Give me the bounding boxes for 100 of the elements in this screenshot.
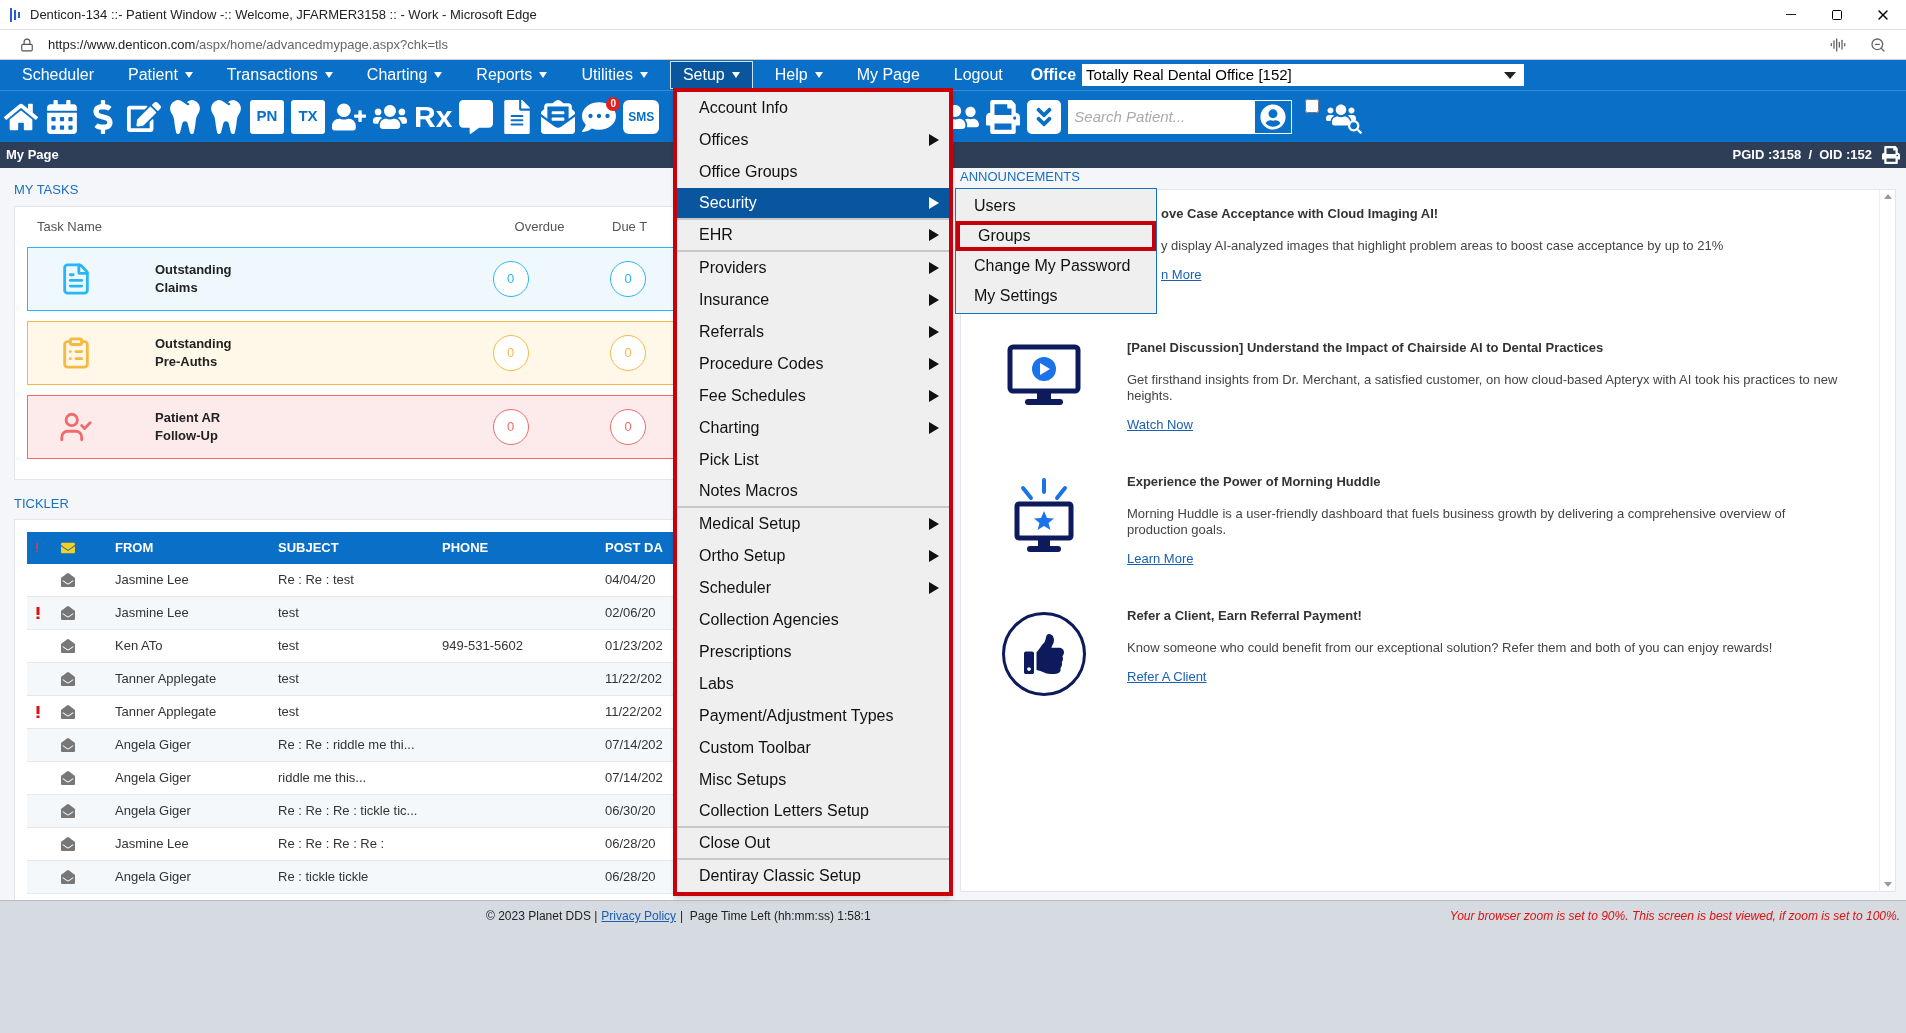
- announcement-title: Experience the Power of Morning Huddle: [1127, 473, 1382, 491]
- patient-search-button[interactable]: [1254, 99, 1293, 134]
- menu-bar-item[interactable]: Patient: [116, 61, 205, 89]
- task-name: Outstanding Claims: [154, 260, 233, 297]
- submenu-item[interactable]: My Settings: [956, 281, 1156, 311]
- submenu-item[interactable]: Users: [956, 191, 1156, 221]
- menu-bar-item[interactable]: Scheduler: [10, 61, 107, 89]
- table-cell-text: test: [278, 604, 300, 623]
- dropdown-caret-icon: [1504, 71, 1517, 79]
- checkbox[interactable]: [1305, 99, 1320, 113]
- tickler-row[interactable]: Jasmine Lee test 02/06/20: [27, 597, 673, 630]
- tx-button[interactable]: TX: [291, 99, 325, 134]
- tooth-icon[interactable]: [209, 99, 243, 134]
- rx-button[interactable]: Rx: [414, 101, 453, 132]
- menu-item[interactable]: Collection Agencies: [677, 604, 949, 636]
- menu-item[interactable]: Prescriptions: [677, 636, 949, 668]
- menu-item[interactable]: Pick List: [677, 444, 949, 476]
- table-cell-text: Angela Giger: [115, 769, 192, 788]
- table-cell-text: 06/28/20: [605, 868, 657, 887]
- submenu-arrow-icon: [929, 134, 939, 146]
- copyright-text: © 2023 Planet DDS |: [486, 908, 598, 925]
- menu-bar-item[interactable]: Utilities: [569, 61, 660, 89]
- menu-bar-item[interactable]: My Page: [844, 61, 932, 89]
- printer-icon[interactable]: [1882, 146, 1900, 164]
- table-cell-text: Re : Re : Re : Re :: [278, 835, 386, 854]
- menu-item[interactable]: Dentiray Classic Setup: [677, 860, 949, 892]
- envelope-icon: [61, 606, 75, 620]
- menu-bar-item[interactable]: Setup: [669, 61, 753, 89]
- submenu-item[interactable]: Change My Password: [956, 251, 1156, 281]
- tickler-row[interactable]: Angela Giger Re : Re : Re : tickle tic... 06/30/20: [27, 795, 673, 828]
- scroll-up-icon[interactable]: [1883, 194, 1892, 199]
- menu-item[interactable]: Ortho Setup: [677, 540, 949, 572]
- chat-icon[interactable]: [582, 99, 617, 134]
- announcement-text: y display AI-analyzed images that highlight problem areas to boost case acceptance by up to 21%: [1161, 237, 1724, 254]
- announcement-link[interactable]: Learn More: [1127, 548, 1194, 568]
- table-cell-text: Angela Giger: [115, 868, 192, 887]
- menu-item[interactable]: Account Info: [677, 92, 949, 124]
- menu-item[interactable]: Charting: [677, 412, 949, 444]
- menu-item[interactable]: Medical Setup: [677, 508, 949, 540]
- menu-bar-item[interactable]: Help: [762, 61, 835, 89]
- note-icon[interactable]: [459, 99, 494, 134]
- tickler-row[interactable]: Angela Giger Re : Re : riddle me thi... 07/14/202: [27, 729, 673, 762]
- menu-item[interactable]: Notes Macros: [677, 476, 949, 508]
- patient-search-field[interactable]: Search Patient...: [1068, 99, 1257, 134]
- menu-item[interactable]: Office Groups: [677, 156, 949, 188]
- menu-item[interactable]: Procedure Codes: [677, 348, 949, 380]
- menu-item[interactable]: Offices: [677, 124, 949, 156]
- edit-icon[interactable]: [127, 99, 161, 134]
- announcement-text: Know someone who could benefit from our exceptional solution? Refer them and both of you can enjoy rewards!: [1127, 639, 1773, 656]
- caret-icon: [731, 72, 740, 78]
- announcement-link[interactable]: n More: [1161, 264, 1202, 284]
- menu-item[interactable]: EHR: [677, 220, 949, 252]
- envelope-icon: [61, 672, 75, 686]
- announcement-link[interactable]: Refer A Client: [1127, 666, 1207, 686]
- collapse-icon[interactable]: [1027, 99, 1062, 134]
- menu-item[interactable]: Custom Toolbar: [677, 732, 949, 764]
- tickler-row[interactable]: Angela Giger Re : tickle tickle 06/28/20: [27, 861, 673, 894]
- address-field[interactable]: https://www.denticon.com/aspx/home/advancedmypage.aspx?chk=tls: [48, 34, 448, 55]
- tickler-row[interactable]: Tanner Applegate test 11/22/202: [27, 663, 673, 696]
- menu-bar-item[interactable]: Reports: [464, 61, 560, 89]
- pn-button[interactable]: PN: [250, 99, 284, 134]
- menu-item[interactable]: Collection Letters Setup: [677, 796, 949, 828]
- envelope-icon: [61, 705, 75, 719]
- menu-item[interactable]: Referrals: [677, 316, 949, 348]
- read-aloud-icon[interactable]: [1830, 36, 1846, 53]
- scroll-down-icon[interactable]: [1883, 882, 1892, 887]
- table-cell-text: test: [278, 670, 300, 689]
- menu-item[interactable]: Payment/Adjustment Types: [677, 700, 949, 732]
- announcement-link[interactable]: Watch Now: [1127, 414, 1193, 434]
- menu-item[interactable]: Providers: [677, 252, 949, 284]
- submenu-item[interactable]: Groups: [956, 221, 1156, 251]
- office-label: Office: [1030, 65, 1077, 85]
- page-time-text: | Page Time Left (hh:mm:ss) 1:58:1: [680, 908, 871, 925]
- mail-icon[interactable]: [541, 99, 576, 134]
- privacy-policy-link[interactable]: Privacy Policy: [601, 907, 677, 925]
- submenu-arrow-icon: [929, 518, 939, 530]
- sms-button[interactable]: SMS: [623, 99, 660, 134]
- menu-item[interactable]: Misc Setups: [677, 764, 949, 796]
- table-cell-text: Ken ATo: [115, 637, 164, 656]
- scrollbar[interactable]: [1879, 190, 1895, 891]
- tooth-icon[interactable]: [168, 99, 202, 134]
- table-cell-text: riddle me this...: [278, 769, 368, 788]
- menu-item[interactable]: Insurance: [677, 284, 949, 316]
- menu-item[interactable]: Labs: [677, 668, 949, 700]
- menu-bar-item[interactable]: Charting: [354, 61, 455, 89]
- menu-bar-item[interactable]: Transactions: [214, 61, 345, 89]
- table-cell-text: Tanner Applegate: [115, 670, 218, 689]
- menu-item[interactable]: Security: [677, 188, 949, 220]
- monitor-play-icon: [1007, 344, 1081, 408]
- column-header: Due T: [612, 217, 648, 236]
- menu-item[interactable]: Close Out: [677, 828, 949, 860]
- table-cell-text: Re : Re : Re : tickle tic...: [278, 802, 419, 821]
- menu-bar-item[interactable]: Logout: [941, 61, 1015, 89]
- calendar-icon[interactable]: [45, 99, 79, 134]
- office-select[interactable]: Totally Real Dental Office [152]: [1082, 64, 1525, 86]
- menu-item[interactable]: Scheduler: [677, 572, 949, 604]
- zoom-out-icon[interactable]: [1870, 36, 1886, 53]
- submenu-arrow-icon: [929, 294, 939, 306]
- printer-icon[interactable]: [986, 99, 1021, 134]
- menu-item[interactable]: Fee Schedules: [677, 380, 949, 412]
